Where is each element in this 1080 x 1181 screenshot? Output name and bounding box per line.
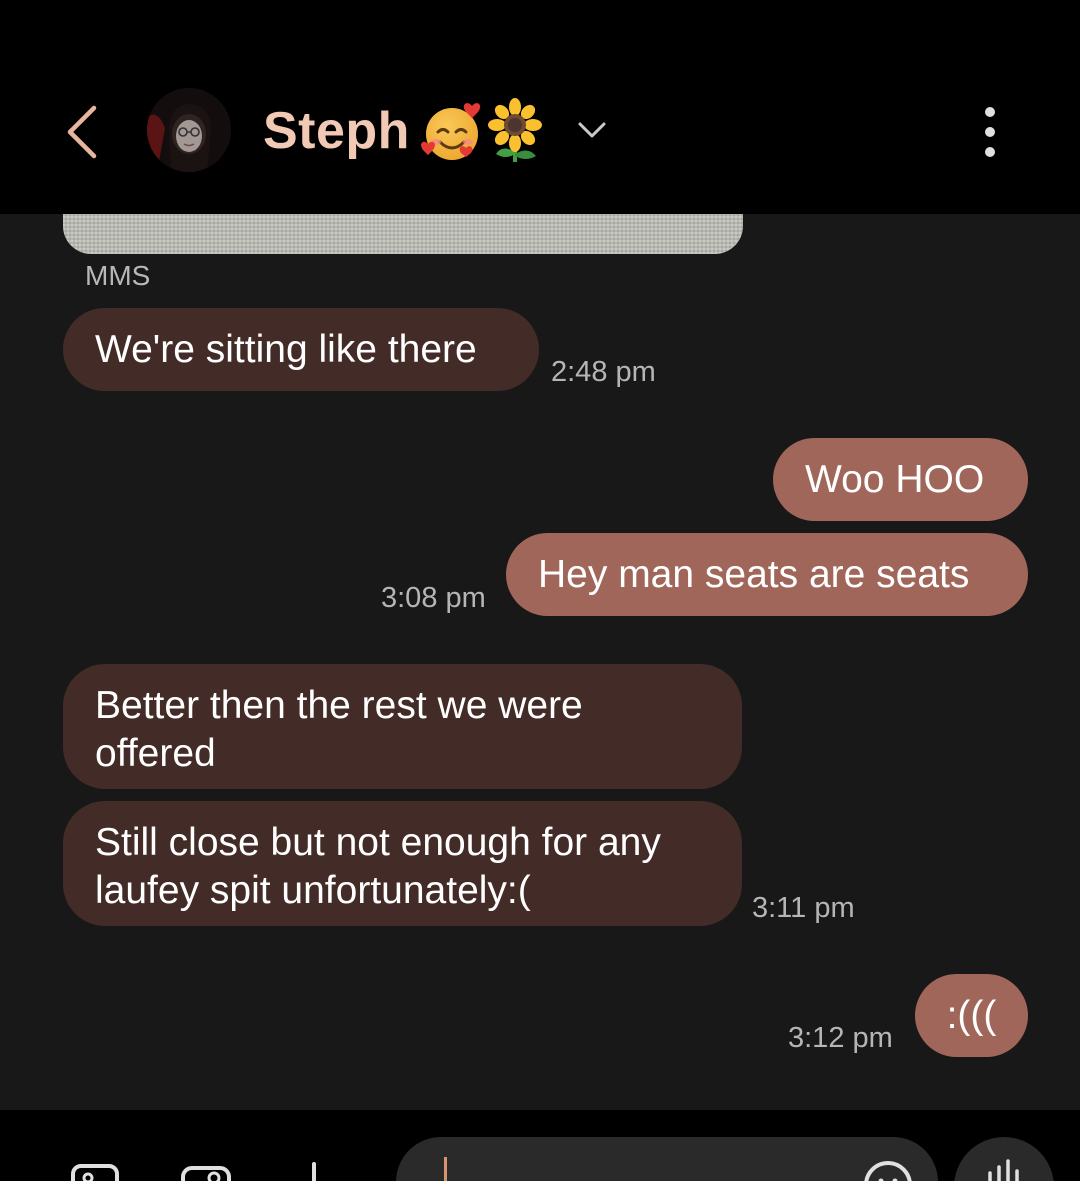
incoming-message-bubble[interactable]: Still close but not enough for any laufe… xyxy=(63,801,742,926)
camera-button[interactable] xyxy=(180,1154,232,1181)
incoming-message-bubble[interactable]: We're sitting like there xyxy=(63,308,539,391)
message-timestamp: 3:12 pm xyxy=(788,1022,893,1054)
voice-input-icon xyxy=(988,1159,1019,1181)
conversation-header: Steph xyxy=(0,0,1080,214)
message-composer xyxy=(0,1110,1080,1181)
incoming-message-bubble[interactable]: Better then the rest we were offered xyxy=(63,664,742,789)
sunflower-icon xyxy=(488,98,542,162)
emoji-icon[interactable] xyxy=(862,1159,914,1181)
chevron-down-icon xyxy=(578,122,606,138)
messaging-app: Steph MMS We're sitting like there 2:48 … xyxy=(0,0,1080,1181)
gallery-button[interactable] xyxy=(70,1154,120,1181)
message-timestamp: 2:48 pm xyxy=(551,356,656,388)
text-cursor xyxy=(444,1157,447,1181)
profile-photo-icon xyxy=(147,88,231,172)
contact-avatar[interactable] xyxy=(147,88,231,172)
message-input[interactable] xyxy=(396,1137,938,1181)
mms-label: MMS xyxy=(85,260,151,291)
outgoing-message-bubble[interactable]: :((( xyxy=(915,974,1028,1057)
camera-icon xyxy=(181,1166,231,1181)
chevron-left-icon xyxy=(67,105,97,159)
add-icon xyxy=(312,1162,316,1181)
outgoing-message-bubble[interactable]: Woo HOO xyxy=(773,438,1028,521)
mms-image-attachment[interactable] xyxy=(63,214,743,254)
message-timestamp: 3:11 pm xyxy=(752,892,855,924)
contact-name[interactable]: Steph xyxy=(263,96,410,166)
back-button[interactable] xyxy=(56,100,112,164)
more-vertical-icon xyxy=(985,107,995,157)
voice-input-button[interactable] xyxy=(954,1137,1054,1181)
message-timestamp: 3:08 pm xyxy=(381,582,486,614)
gallery-icon xyxy=(71,1164,119,1181)
smiling-face-with-hearts-icon xyxy=(421,103,481,160)
contact-details-dropdown[interactable] xyxy=(574,112,610,148)
more-options-button[interactable] xyxy=(966,104,1014,160)
add-attachment-button[interactable] xyxy=(300,1154,328,1181)
outgoing-message-bubble[interactable]: Hey man seats are seats xyxy=(506,533,1028,616)
message-list[interactable]: MMS We're sitting like there 2:48 pm Woo… xyxy=(0,214,1080,1110)
